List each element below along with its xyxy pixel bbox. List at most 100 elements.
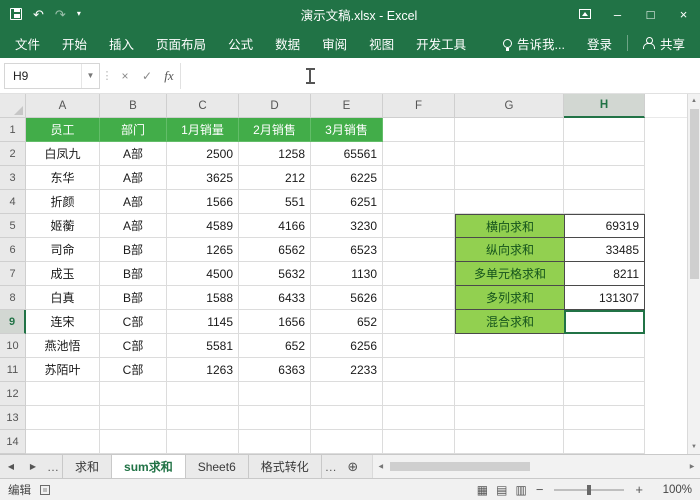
share-button[interactable]: 共享 xyxy=(632,28,696,58)
cell-F2[interactable] xyxy=(383,142,455,166)
cell-C1[interactable]: 1月销量 xyxy=(167,118,239,142)
cell-C12[interactable] xyxy=(167,382,239,406)
cell-C14[interactable] xyxy=(167,430,239,454)
sheet-more-right-button[interactable]: … xyxy=(322,455,340,478)
cell-G9[interactable]: 混合求和 xyxy=(455,310,564,334)
cell-E5[interactable]: 3230 xyxy=(311,214,383,238)
row-header-6[interactable]: 6 xyxy=(0,238,26,262)
cell-A13[interactable] xyxy=(26,406,100,430)
ribbon-tab-3[interactable]: 插入 xyxy=(98,28,145,58)
row-header-12[interactable]: 12 xyxy=(0,382,26,406)
cell-B14[interactable] xyxy=(100,430,167,454)
cell-D6[interactable]: 6562 xyxy=(239,238,311,262)
cell-E3[interactable]: 6225 xyxy=(311,166,383,190)
sheet-more-left-button[interactable]: … xyxy=(44,455,62,478)
ribbon-tab-5[interactable]: 公式 xyxy=(217,28,264,58)
macro-record-icon[interactable] xyxy=(40,484,50,495)
cell-A7[interactable]: 成玉 xyxy=(26,262,100,286)
sheet-nav-left-button[interactable]: ◀ xyxy=(0,455,22,478)
ribbon-tab-7[interactable]: 审阅 xyxy=(311,28,358,58)
cell-A11[interactable]: 苏陌叶 xyxy=(26,358,100,382)
cell-B8[interactable]: B部 xyxy=(100,286,167,310)
cell-G11[interactable] xyxy=(455,358,564,382)
page-break-view-button[interactable]: ▥ xyxy=(511,483,530,497)
cell-F5[interactable] xyxy=(383,214,455,238)
cell-H3[interactable] xyxy=(564,166,645,190)
ribbon-tab-9[interactable]: 开发工具 xyxy=(405,28,477,58)
formula-bar-resize-handle[interactable]: ⋮ xyxy=(100,69,114,82)
cell-F6[interactable] xyxy=(383,238,455,262)
cell-A3[interactable]: 东华 xyxy=(26,166,100,190)
cell-C10[interactable]: 5581 xyxy=(167,334,239,358)
ribbon-tab-6[interactable]: 数据 xyxy=(264,28,311,58)
column-header-H[interactable]: H xyxy=(564,94,645,118)
row-header-7[interactable]: 7 xyxy=(0,262,26,286)
cell-H7[interactable]: 8211 xyxy=(564,262,645,286)
cell-B6[interactable]: B部 xyxy=(100,238,167,262)
cell-F1[interactable] xyxy=(383,118,455,142)
cell-D1[interactable]: 2月销售 xyxy=(239,118,311,142)
cell-F8[interactable] xyxy=(383,286,455,310)
cell-C8[interactable]: 1588 xyxy=(167,286,239,310)
cell-E8[interactable]: 5626 xyxy=(311,286,383,310)
cell-D4[interactable]: 551 xyxy=(239,190,311,214)
cell-D13[interactable] xyxy=(239,406,311,430)
cell-C7[interactable]: 4500 xyxy=(167,262,239,286)
cell-B1[interactable]: 部门 xyxy=(100,118,167,142)
cell-H12[interactable] xyxy=(564,382,645,406)
zoom-out-button[interactable]: − xyxy=(531,482,549,497)
save-icon[interactable] xyxy=(10,8,22,20)
cell-A14[interactable] xyxy=(26,430,100,454)
cell-A6[interactable]: 司命 xyxy=(26,238,100,262)
ribbon-tab-8[interactable]: 视图 xyxy=(358,28,405,58)
cell-B13[interactable] xyxy=(100,406,167,430)
zoom-slider-thumb[interactable] xyxy=(587,484,592,495)
cell-H4[interactable] xyxy=(564,190,645,214)
scroll-left-button[interactable]: ◀ xyxy=(373,463,389,470)
cell-G7[interactable]: 多单元格求和 xyxy=(455,262,564,286)
cell-D9[interactable]: 1656 xyxy=(239,310,311,334)
cell-A12[interactable] xyxy=(26,382,100,406)
row-header-4[interactable]: 4 xyxy=(0,190,26,214)
sheet-tab-4[interactable]: 格式转化 xyxy=(249,455,322,478)
cell-B10[interactable]: C部 xyxy=(100,334,167,358)
ribbon-tab-1[interactable]: 文件 xyxy=(4,28,51,58)
cell-E7[interactable]: 1130 xyxy=(311,262,383,286)
cell-C4[interactable]: 1566 xyxy=(167,190,239,214)
cell-D12[interactable] xyxy=(239,382,311,406)
cell-E6[interactable]: 6523 xyxy=(311,238,383,262)
scroll-down-button[interactable]: ▼ xyxy=(688,440,700,454)
close-button[interactable]: × xyxy=(667,0,700,28)
zoom-level-label[interactable]: 100% xyxy=(658,484,692,496)
zoom-slider[interactable] xyxy=(554,484,625,495)
add-sheet-button[interactable]: ⊕ xyxy=(340,455,366,478)
name-box[interactable]: H9 ▼ xyxy=(4,62,100,89)
cell-B2[interactable]: A部 xyxy=(100,142,167,166)
row-header-11[interactable]: 11 xyxy=(0,358,26,382)
cell-G1[interactable] xyxy=(455,118,564,142)
cell-E2[interactable]: 65561 xyxy=(311,142,383,166)
cell-E11[interactable]: 2233 xyxy=(311,358,383,382)
maximize-button[interactable]: □ xyxy=(634,0,667,28)
column-header-G[interactable]: G xyxy=(455,94,564,118)
row-header-14[interactable]: 14 xyxy=(0,430,26,454)
cell-D11[interactable]: 6363 xyxy=(239,358,311,382)
cell-G8[interactable]: 多列求和 xyxy=(455,286,564,310)
cell-G13[interactable] xyxy=(455,406,564,430)
sheet-tab-2[interactable]: sum求和 xyxy=(112,455,186,478)
column-header-C[interactable]: C xyxy=(167,94,239,118)
cell-H14[interactable] xyxy=(564,430,645,454)
cell-A5[interactable]: 姬蘅 xyxy=(26,214,100,238)
cell-E4[interactable]: 6251 xyxy=(311,190,383,214)
sign-in-button[interactable]: 登录 xyxy=(576,28,623,58)
cell-A2[interactable]: 白凤九 xyxy=(26,142,100,166)
cell-F4[interactable] xyxy=(383,190,455,214)
row-header-3[interactable]: 3 xyxy=(0,166,26,190)
column-header-E[interactable]: E xyxy=(311,94,383,118)
column-header-B[interactable]: B xyxy=(100,94,167,118)
cell-C5[interactable]: 4589 xyxy=(167,214,239,238)
cell-C6[interactable]: 1265 xyxy=(167,238,239,262)
cell-H5[interactable]: 69319 xyxy=(564,214,645,238)
formula-input[interactable] xyxy=(180,62,700,89)
sheet-tab-3[interactable]: Sheet6 xyxy=(186,455,249,478)
